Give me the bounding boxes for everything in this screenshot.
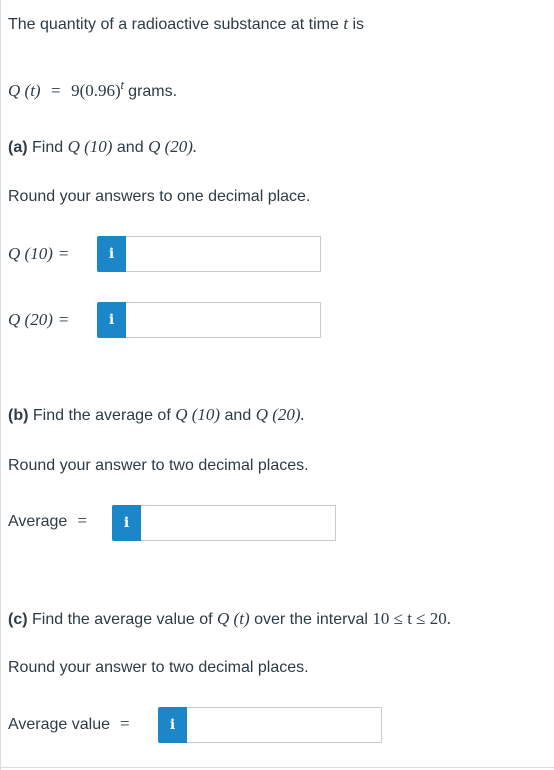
part-a-q2: Q (20). xyxy=(148,137,198,156)
average-label: Average = xyxy=(8,511,87,530)
average-value-info-button[interactable]: i xyxy=(158,707,187,743)
q10-info-button[interactable]: i xyxy=(97,236,126,272)
average-value-answer-input[interactable] xyxy=(187,707,382,743)
intro-sentence: The quantity of a radioactive substance … xyxy=(8,16,339,33)
q20-label: Q (20) = xyxy=(8,310,69,329)
formula-rhs: 9(0.96) xyxy=(71,81,121,100)
bottom-divider xyxy=(0,767,554,768)
part-c-prompt: Find the average value of xyxy=(32,611,213,628)
part-a-instruction: Round your answers to one decimal place. xyxy=(8,188,311,205)
part-b-label: (b) xyxy=(8,407,29,424)
q10-label: Q (10) = xyxy=(8,244,69,263)
formula-exponent: t xyxy=(120,80,124,92)
formula: Q (t) = 9(0.96)t grams. xyxy=(8,76,177,102)
info-icon: i xyxy=(123,515,130,531)
formula-unit: grams. xyxy=(128,83,178,100)
part-a-label: (a) xyxy=(8,139,28,156)
part-c-heading: (c) Find the average value of Q (t) over… xyxy=(8,609,451,630)
part-c-q: Q (t) xyxy=(217,609,250,628)
part-c-label: (c) xyxy=(8,611,28,628)
part-c-instruction: Round your answer to two decimal places. xyxy=(8,659,309,676)
info-icon: i xyxy=(169,717,176,733)
average-info-button[interactable]: i xyxy=(112,505,141,541)
intro-suffix: is xyxy=(352,16,365,33)
part-b-q2: Q (20). xyxy=(255,405,305,424)
formula-lhs: Q (t) xyxy=(8,81,41,100)
part-b-prompt: Find the average of xyxy=(32,407,171,424)
part-a-heading: (a) Find Q (10) and Q (20). xyxy=(8,137,197,158)
q10-answer-input[interactable] xyxy=(126,236,321,272)
part-a-prompt: Find xyxy=(32,139,64,156)
q20-info-button[interactable]: i xyxy=(97,302,126,338)
part-b-instruction: Round your answer to two decimal places. xyxy=(8,457,309,474)
info-icon: i xyxy=(108,246,115,262)
left-border xyxy=(0,0,1,770)
part-a-and: and xyxy=(116,139,144,156)
part-a-q1: Q (10) xyxy=(67,137,113,156)
q20-answer-input[interactable] xyxy=(126,302,321,338)
part-c-middle: over the interval xyxy=(254,611,368,628)
info-icon: i xyxy=(108,312,115,328)
formula-equals: = xyxy=(51,81,61,100)
part-b-heading: (b) Find the average of Q (10) and Q (20… xyxy=(8,405,305,426)
average-value-label: Average value = xyxy=(8,714,130,733)
intro-variable: t xyxy=(343,14,349,33)
intro-text: The quantity of a radioactive substance … xyxy=(8,14,364,35)
average-answer-input[interactable] xyxy=(141,505,336,541)
part-c-interval: 10 ≤ t ≤ 20. xyxy=(372,609,451,628)
part-b-q1: Q (10) xyxy=(175,405,221,424)
part-b-and: and xyxy=(224,407,252,424)
